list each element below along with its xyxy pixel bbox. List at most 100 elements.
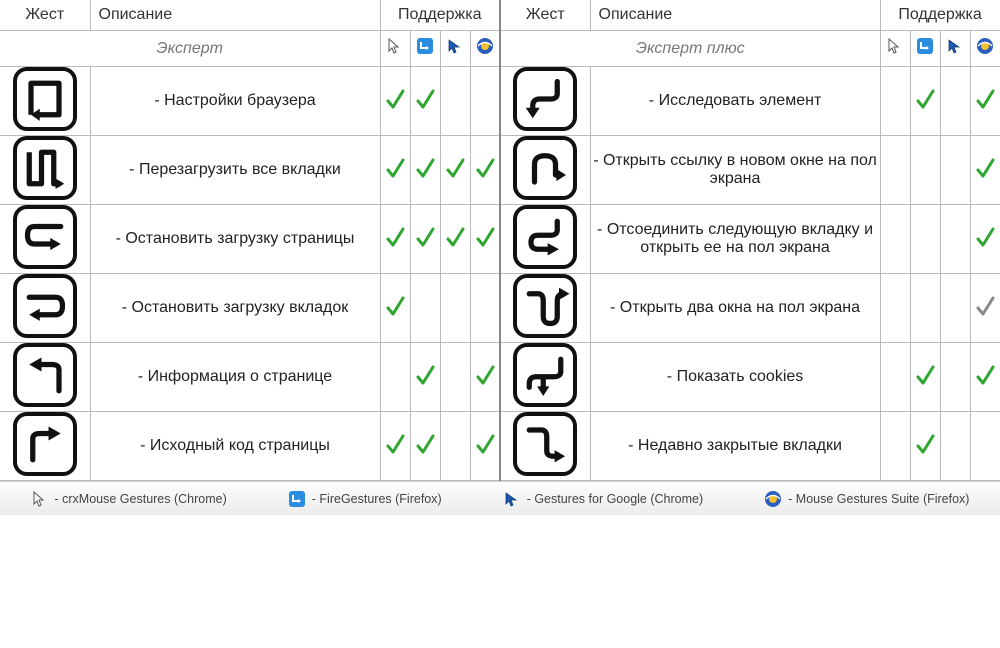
desc-cell: - Информация о странице [90, 343, 380, 412]
table-row: - Исходный код страницы - Недавно закрыты… [0, 412, 1000, 481]
col-desc-right: Описание [590, 0, 880, 31]
check-icon [975, 85, 995, 113]
legend-label: FireGestures (Firefox) [319, 492, 441, 506]
table-row: - Настройки браузера- Исследовать элемен… [0, 67, 1000, 136]
gesture-icon [513, 136, 577, 200]
support-cell [380, 67, 410, 136]
support-cell [470, 67, 500, 136]
check-icon [475, 430, 495, 458]
check-icon [415, 223, 435, 251]
support-cell [440, 136, 470, 205]
support-cell [380, 136, 410, 205]
desc-cell: - Показать cookies [590, 343, 880, 412]
desc-text: Настройки браузера [164, 92, 316, 109]
app4-right [970, 31, 1000, 67]
header-row: Жест Описание Поддержка Жест Описание По… [0, 0, 1000, 31]
mouse-suite-icon [764, 490, 782, 508]
support-cell [880, 205, 910, 274]
check-icon [975, 154, 995, 182]
gesture-cell [0, 343, 90, 412]
mouse-suite-icon [476, 37, 494, 55]
support-cell [470, 274, 500, 343]
support-cell [440, 343, 470, 412]
desc-text: Открыть два окна на пол экрана [620, 299, 860, 316]
gesture-cell [500, 343, 590, 412]
gesture-icon [13, 274, 77, 338]
gesture-icon [13, 343, 77, 407]
support-cell [910, 343, 940, 412]
check-icon [415, 430, 435, 458]
col-gesture-left: Жест [0, 0, 90, 31]
table-row: - Информация о странице - Показать cookie… [0, 343, 1000, 412]
gesture-cell [500, 67, 590, 136]
legend-item-gfg: - Gestures for Google (Chrome) [503, 490, 703, 508]
desc-text: Остановить загрузку вкладок [132, 299, 349, 316]
desc-text: Информация о странице [148, 368, 333, 385]
check-icon [385, 85, 405, 113]
check-icon [915, 85, 935, 113]
mouse-suite-icon [976, 37, 994, 55]
firegestures-icon [288, 490, 306, 508]
app3-left [440, 31, 470, 67]
check-icon [415, 154, 435, 182]
support-cell [440, 67, 470, 136]
app1-right [880, 31, 910, 67]
app3-right [940, 31, 970, 67]
gesture-cell [500, 136, 590, 205]
check-icon [385, 292, 405, 320]
support-cell [380, 412, 410, 481]
gesture-icon [513, 274, 577, 338]
desc-text: Перезагрузить все вкладки [139, 161, 341, 178]
group-left: Эксперт [0, 31, 380, 67]
support-cell [940, 136, 970, 205]
group-right: Эксперт плюс [500, 31, 880, 67]
check-icon [415, 85, 435, 113]
support-cell [910, 274, 940, 343]
gesture-icon [13, 205, 77, 269]
desc-cell: - Настройки браузера [90, 67, 380, 136]
firegestures-icon [916, 37, 934, 55]
support-cell [970, 205, 1000, 274]
desc-cell: - Отсоединить следующую вкладку и открыт… [590, 205, 880, 274]
desc-cell: - Исходный код страницы [90, 412, 380, 481]
legend-bar: - crxMouse Gestures (Chrome) - FireGestu… [0, 481, 1000, 515]
gesture-cell [500, 205, 590, 274]
support-cell [410, 136, 440, 205]
legend-item-firegestures: - FireGestures (Firefox) [288, 490, 442, 508]
support-cell [380, 343, 410, 412]
gestures-google-icon [446, 37, 464, 55]
desc-text: Открыть ссылку в новом окне на пол экран… [603, 152, 877, 187]
check-icon [385, 154, 405, 182]
support-cell [440, 274, 470, 343]
check-icon [915, 361, 935, 389]
col-desc-left: Описание [90, 0, 380, 31]
support-cell [470, 412, 500, 481]
legend-label: crxMouse Gestures (Chrome) [62, 492, 227, 506]
desc-text: Недавно закрытые вкладки [638, 437, 842, 454]
gestures-table: Жест Описание Поддержка Жест Описание По… [0, 0, 1000, 481]
check-icon [445, 223, 465, 251]
group-header-row: Эксперт Эксперт плюс [0, 31, 1000, 67]
support-cell [410, 343, 440, 412]
check-icon [415, 361, 435, 389]
support-cell [440, 205, 470, 274]
support-cell [910, 205, 940, 274]
app4-left [470, 31, 500, 67]
cursor-icon [886, 37, 904, 55]
support-cell [970, 136, 1000, 205]
check-icon [445, 154, 465, 182]
support-cell [880, 412, 910, 481]
support-cell [410, 205, 440, 274]
gesture-icon [13, 412, 77, 476]
support-cell [470, 205, 500, 274]
support-cell [880, 67, 910, 136]
gestures-google-icon [946, 37, 964, 55]
check-icon [915, 430, 935, 458]
desc-cell: - Недавно закрытые вкладки [590, 412, 880, 481]
cursor-icon [31, 490, 49, 508]
support-cell [880, 274, 910, 343]
check-icon [475, 361, 495, 389]
gesture-cell [0, 136, 90, 205]
gesture-icon [13, 136, 77, 200]
gesture-icon [513, 343, 577, 407]
